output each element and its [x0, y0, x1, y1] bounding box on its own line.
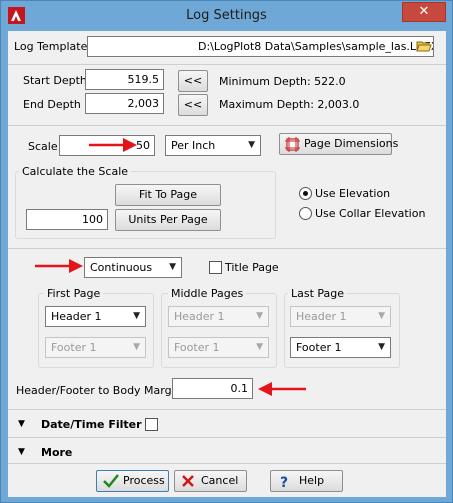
- separator: [8, 409, 446, 410]
- chevron-down-icon: ▼: [256, 311, 263, 321]
- title-page-checkbox[interactable]: [209, 261, 222, 274]
- expand-date-time-filter-icon[interactable]: ▼: [18, 419, 25, 429]
- dialog-body: Log Template D:\LogPlot8 Data\Samples\sa…: [8, 31, 446, 497]
- annotation-arrow-icon: [35, 259, 83, 273]
- chevron-down-icon: ▼: [133, 311, 140, 321]
- scale-unit-value: Per Inch: [171, 139, 216, 152]
- middle-pages-header-select[interactable]: Header 1 ▼: [168, 306, 269, 327]
- chevron-down-icon: ▼: [256, 342, 263, 352]
- process-button[interactable]: Process: [96, 470, 169, 492]
- separator: [8, 248, 446, 249]
- end-depth-label: End Depth: [23, 98, 81, 111]
- separator: [8, 125, 446, 126]
- first-page-footer-select[interactable]: Footer 1 ▼: [45, 337, 146, 358]
- log-settings-window: Log Settings ✕ Log Template D:\LogPlot8 …: [0, 0, 453, 503]
- scale-label: Scale: [28, 140, 58, 153]
- page-mode-select[interactable]: Continuous ▼: [84, 257, 182, 278]
- page-dimensions-button[interactable]: Page Dimensions: [279, 133, 398, 155]
- chevron-down-icon: ▼: [248, 140, 255, 150]
- minimum-depth-text: Minimum Depth: 522.0: [219, 75, 346, 88]
- annotation-arrow-icon: [89, 138, 137, 152]
- svg-text:?: ?: [280, 475, 288, 489]
- last-page-footer-value: Footer 1: [296, 341, 342, 354]
- use-elevation-label[interactable]: Use Elevation: [315, 187, 390, 200]
- first-page-header-select[interactable]: Header 1 ▼: [45, 306, 146, 327]
- last-page-header-value: Header 1: [296, 310, 347, 323]
- separator: [8, 463, 446, 464]
- set-minimum-depth-button[interactable]: <<: [178, 70, 208, 92]
- help-question-icon: ?: [280, 475, 288, 489]
- last-page-header-select[interactable]: Header 1 ▼: [290, 306, 391, 327]
- middle-pages-footer-value: Footer 1: [174, 341, 220, 354]
- units-per-page-button[interactable]: Units Per Page: [115, 209, 221, 231]
- expand-more-icon[interactable]: ▼: [18, 447, 25, 457]
- margin-input[interactable]: 0.1: [172, 378, 253, 399]
- chevron-down-icon: ▼: [169, 262, 176, 272]
- first-page-footer-value: Footer 1: [51, 341, 97, 354]
- margin-label: Header/Footer to Body Margin: [16, 384, 182, 397]
- title-page-label[interactable]: Title Page: [225, 261, 279, 274]
- cancel-button[interactable]: Cancel: [174, 470, 247, 492]
- separator: [8, 64, 446, 65]
- first-page-header-value: Header 1: [51, 310, 102, 323]
- close-button[interactable]: ✕: [402, 2, 446, 22]
- page-mode-value: Continuous: [90, 261, 153, 274]
- cancel-label: Cancel: [201, 474, 239, 487]
- middle-pages-footer-select[interactable]: Footer 1 ▼: [168, 337, 269, 358]
- middle-pages-header-value: Header 1: [174, 310, 225, 323]
- end-depth-input[interactable]: 2,003: [85, 93, 164, 114]
- middle-pages-title: Middle Pages: [168, 287, 247, 300]
- page-dimensions-icon: [285, 137, 300, 152]
- help-button[interactable]: ? Help: [270, 470, 343, 492]
- last-page-title: Last Page: [288, 287, 348, 300]
- log-template-label: Log Template: [14, 40, 88, 53]
- more-label[interactable]: More: [41, 446, 72, 459]
- annotation-arrow-icon: [258, 382, 306, 396]
- chevron-down-icon: ▼: [133, 342, 140, 352]
- close-icon: ✕: [418, 4, 430, 19]
- first-page-title: First Page: [44, 287, 104, 300]
- start-depth-label: Start Depth: [23, 74, 87, 87]
- cancel-x-icon: [182, 475, 194, 487]
- last-page-footer-select[interactable]: Footer 1 ▼: [290, 337, 391, 358]
- date-time-filter-label[interactable]: Date/Time Filter: [41, 418, 142, 431]
- checkmark-icon: [103, 474, 119, 488]
- units-per-page-input[interactable]: 100: [26, 209, 108, 230]
- process-label: Process: [123, 474, 165, 487]
- log-template-value: D:\LogPlot8 Data\Samples\sample_las.LDFX…: [198, 40, 434, 53]
- start-depth-input[interactable]: 519.5: [85, 69, 164, 90]
- title-bar[interactable]: Log Settings ✕: [1, 1, 452, 30]
- use-collar-elevation-radio[interactable]: [299, 207, 312, 220]
- page-dimensions-label: Page Dimensions: [304, 137, 399, 150]
- set-maximum-depth-button[interactable]: <<: [178, 94, 208, 116]
- chevron-down-icon: ▼: [378, 311, 385, 321]
- scale-unit-select[interactable]: Per Inch ▼: [165, 135, 261, 156]
- use-elevation-radio[interactable]: [299, 187, 312, 200]
- maximum-depth-text: Maximum Depth: 2,003.0: [219, 98, 360, 111]
- fit-to-page-button[interactable]: Fit To Page: [115, 184, 221, 206]
- date-time-filter-checkbox[interactable]: [145, 418, 158, 431]
- help-label: Help: [299, 474, 325, 487]
- window-title: Log Settings: [186, 8, 267, 23]
- folder-open-icon[interactable]: [416, 38, 432, 54]
- chevron-down-icon: ▼: [378, 342, 385, 352]
- use-collar-elevation-label[interactable]: Use Collar Elevation: [315, 207, 425, 220]
- separator: [8, 437, 446, 438]
- calculate-scale-title: Calculate the Scale: [19, 165, 132, 178]
- log-template-field[interactable]: D:\LogPlot8 Data\Samples\sample_las.LDFX…: [87, 36, 434, 57]
